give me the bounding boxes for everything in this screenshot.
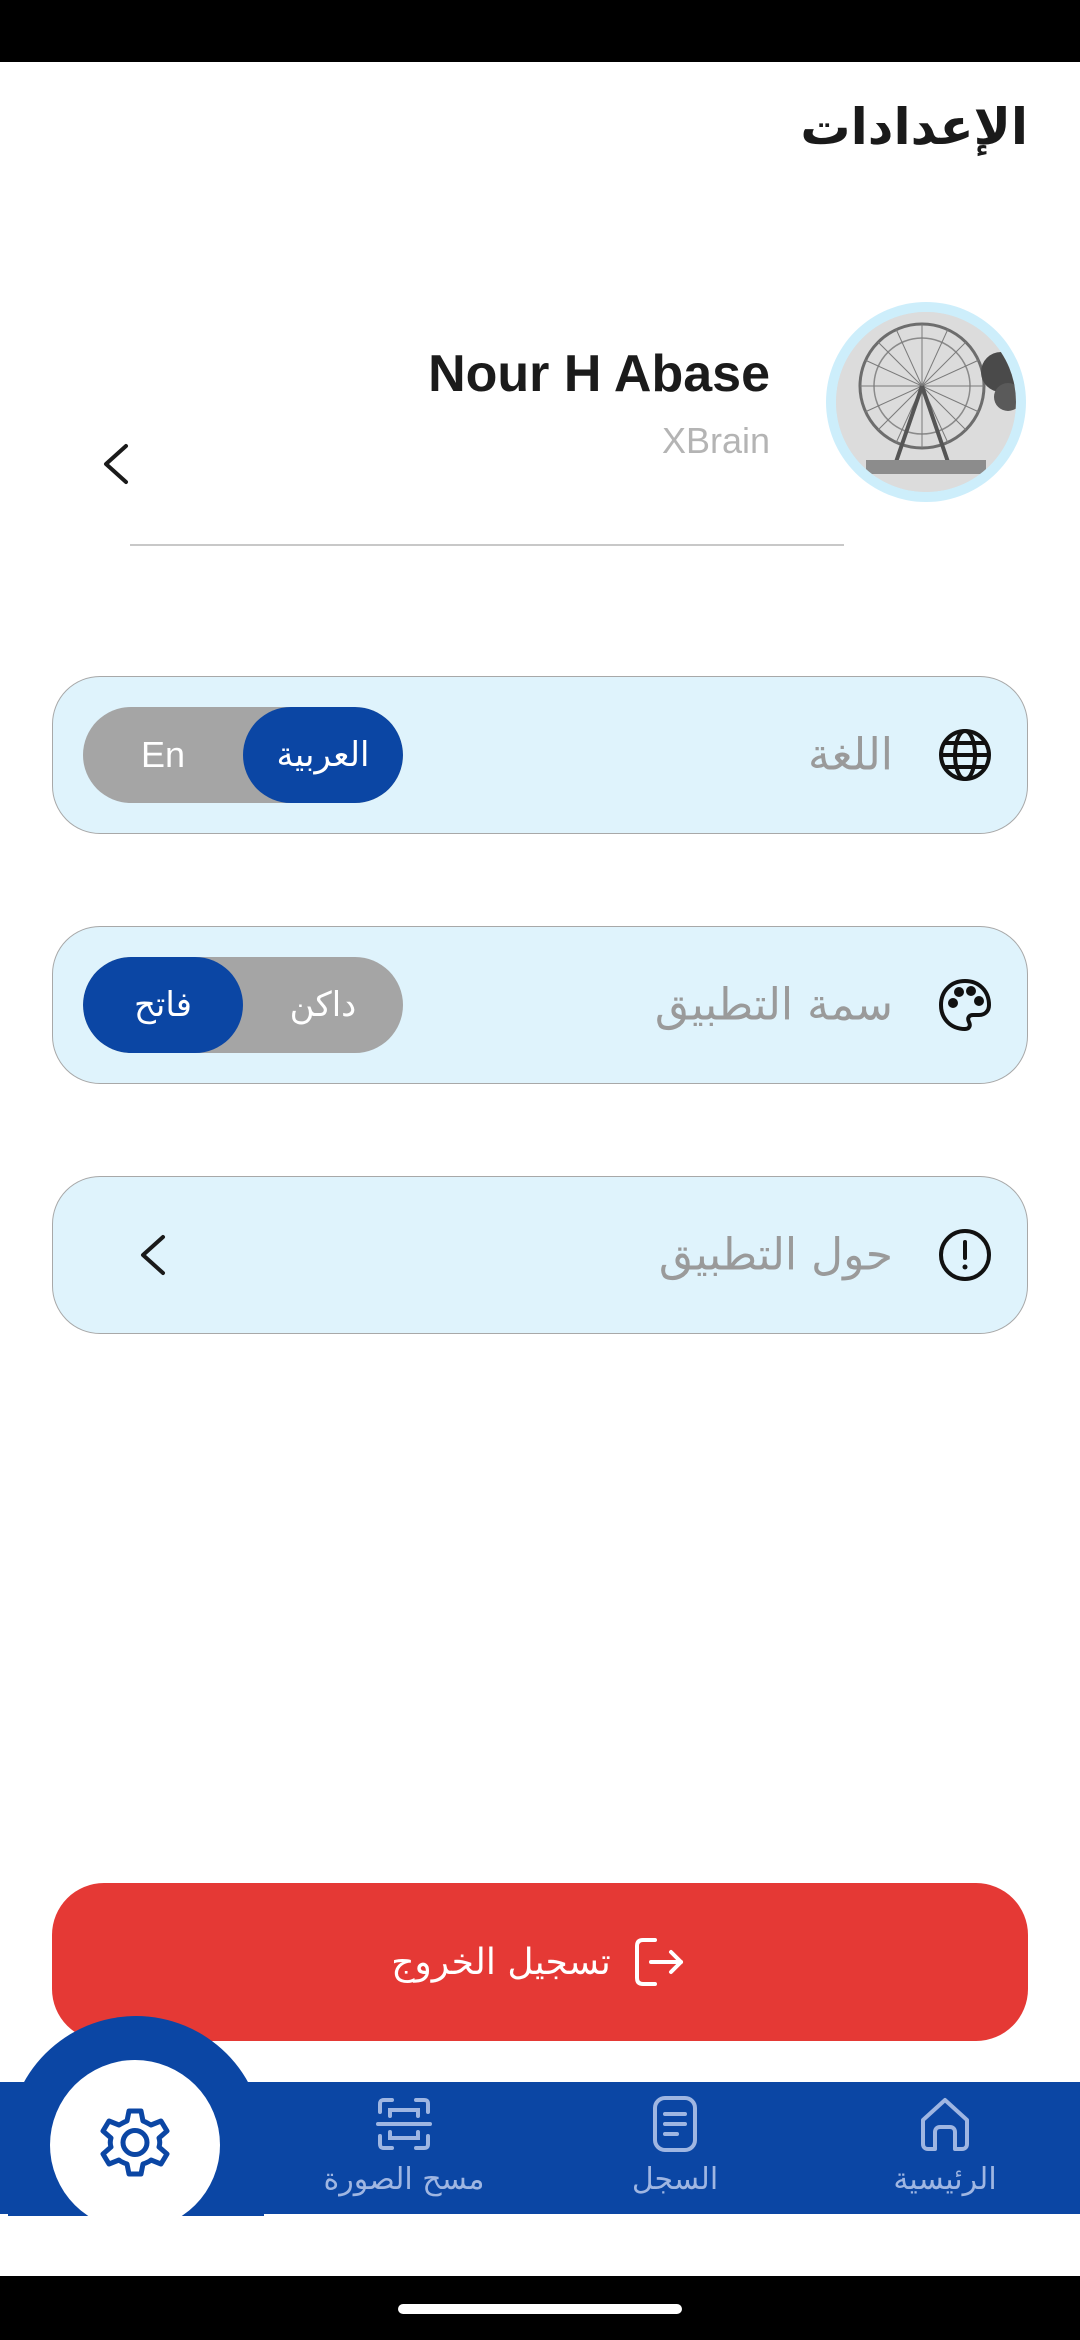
scan-icon [372,2092,436,2156]
language-option-arabic[interactable]: العربية [243,707,403,803]
language-toggle: En العربية [83,707,403,803]
palette-icon [937,977,993,1033]
about-app-card[interactable]: حول التطبيق [52,1176,1028,1334]
about-label: حول التطبيق [658,1229,893,1281]
nav-label-scan: مسح الصورة [323,2162,485,2197]
info-icon [937,1227,993,1283]
profile-company: XBrain [661,420,770,461]
theme-label: سمة التطبيق [654,979,893,1031]
settings-screen: الإعدادات Nour H Abase XBrain اللغة En ا… [0,62,1080,2276]
logout-label: تسجيل الخروج [391,1941,611,1983]
theme-toggle: فاتح داكن [83,957,403,1053]
settings-icon [89,2097,181,2193]
globe-icon [937,727,993,783]
nav-item-history[interactable]: السجل [600,2092,750,2197]
avatar[interactable] [826,302,1026,502]
theme-option-dark[interactable]: داكن [243,957,403,1053]
nav-label-history: السجل [631,2162,719,2197]
logout-button[interactable]: تسجيل الخروج [52,1883,1028,2041]
gesture-bar [0,2276,1080,2340]
home-indicator[interactable] [398,2304,682,2314]
profile-divider [130,544,844,546]
page-title: الإعدادات [800,98,1028,156]
document-icon [643,2092,707,2156]
avatar-image [836,312,1016,492]
home-icon [913,2092,977,2156]
language-setting-card: اللغة En العربية [52,676,1028,834]
theme-setting-card: سمة التطبيق فاتح داكن [52,926,1028,1084]
nav-item-home[interactable]: الرئيسية [870,2092,1020,2197]
chevron-left-icon[interactable] [96,434,136,494]
status-bar [0,0,1080,62]
nav-item-scan[interactable]: مسح الصورة [318,2092,490,2197]
language-label: اللغة [807,729,893,781]
logout-icon [629,1932,689,1992]
chevron-left-icon [133,1225,173,1285]
nav-label-home: الرئيسية [893,2162,997,2197]
theme-option-light[interactable]: فاتح [83,957,243,1053]
profile-name: Nour H Abase [428,345,770,403]
nav-settings-button[interactable] [50,2060,220,2230]
language-option-en[interactable]: En [83,707,243,803]
